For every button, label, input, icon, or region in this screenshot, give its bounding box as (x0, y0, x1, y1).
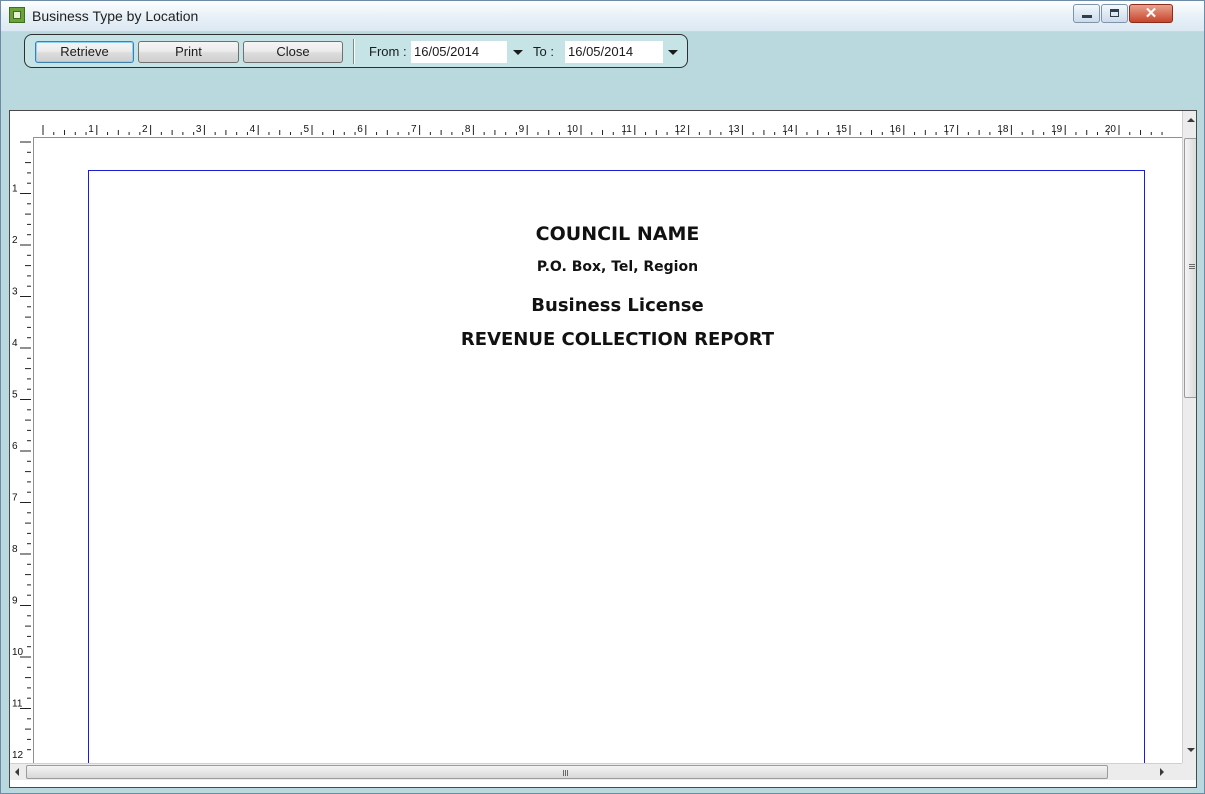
ruler-number: 17 (943, 124, 955, 135)
maximize-button[interactable] (1101, 4, 1128, 23)
ruler-number: 5 (12, 390, 18, 401)
report-viewer: 1 2 3 4 5 6 7 8 9 10 11 12 13 14 15 16 17 18 19 20 12345678… (9, 110, 1197, 788)
council-name-heading: COUNCIL NAME (535, 223, 700, 245)
grip-icon (563, 770, 564, 776)
close-icon: ✕ (1144, 5, 1158, 22)
horizontal-scroll-thumb[interactable] (26, 765, 1108, 779)
vertical-scroll-thumb[interactable] (1184, 138, 1196, 398)
ruler-number: 12 (12, 750, 24, 761)
report-title: REVENUE COLLECTION REPORT (460, 329, 775, 350)
retrieve-button[interactable]: Retrieve (35, 41, 134, 63)
horizontal-scrollbar[interactable] (10, 763, 1182, 780)
scroll-right-arrow-icon[interactable] (1160, 768, 1164, 776)
ruler-number: 14 (782, 124, 794, 135)
close-window-button[interactable]: ✕ (1129, 4, 1173, 23)
ruler-number: 1 (12, 184, 18, 195)
ruler-number: 2 (12, 235, 18, 246)
ruler-number: 5 (303, 124, 309, 135)
close-button[interactable]: Close (243, 41, 343, 63)
ruler-number: 7 (411, 124, 417, 135)
ruler-number: 10 (567, 124, 579, 135)
vertical-scrollbar[interactable] (1182, 111, 1196, 763)
scroll-up-arrow-icon[interactable] (1187, 118, 1195, 122)
to-date-field[interactable]: 16/05/2014 (565, 41, 663, 63)
ruler-number: 8 (12, 544, 18, 555)
ruler-number: 19 (1051, 124, 1063, 135)
ruler-number: 13 (728, 124, 740, 135)
report-window: Business Type by Location ✕ Retrieve Pri… (0, 0, 1205, 794)
to-label: To : (533, 44, 554, 59)
report-subtitle: Business License (531, 295, 704, 316)
ruler-number: 15 (836, 124, 848, 135)
ruler-number: 3 (12, 287, 18, 298)
title-bar[interactable]: Business Type by Location ✕ (1, 1, 1204, 32)
to-dropdown-arrow-icon[interactable] (668, 50, 678, 55)
report-page-area[interactable]: COUNCIL NAME P.O. Box, Tel, Region Busin… (34, 138, 1182, 763)
ruler-number: 11 (12, 699, 23, 710)
scroll-left-arrow-icon[interactable] (15, 768, 19, 776)
ruler-number: 4 (12, 338, 18, 349)
scroll-down-arrow-icon[interactable] (1187, 748, 1195, 752)
print-button[interactable]: Print (138, 41, 239, 63)
horizontal-ruler-ticks: 1 2 3 4 5 6 7 8 9 10 11 12 13 14 15 16 17 18 19 20 (42, 124, 1163, 135)
ruler-number: 7 (12, 493, 18, 504)
ruler-number: 4 (250, 124, 256, 135)
grip-icon (1189, 264, 1195, 265)
ruler-number: 12 (674, 124, 686, 135)
horizontal-ruler: 1 2 3 4 5 6 7 8 9 10 11 12 13 14 15 16 17 18 19 20 (33, 111, 1182, 138)
ruler-number: 9 (519, 124, 525, 135)
vertical-ruler-ticks: 123456789101112 (12, 141, 31, 761)
from-date-field[interactable]: 16/05/2014 (411, 41, 507, 63)
ruler-corner (10, 111, 33, 137)
page-margin-border: COUNCIL NAME P.O. Box, Tel, Region Busin… (88, 170, 1145, 763)
ruler-number: 6 (12, 441, 18, 452)
ruler-number: 2 (142, 124, 148, 135)
ruler-number: 20 (1105, 124, 1117, 135)
size-grip[interactable] (1182, 763, 1196, 780)
ruler-number: 10 (12, 647, 24, 658)
address-line: P.O. Box, Tel, Region (536, 259, 699, 275)
ruler-number: 16 (890, 124, 902, 135)
ruler-number: 6 (357, 124, 363, 135)
vertical-ruler: 1 2 3 4 5 6 7 8 9 10 11 12 (10, 137, 34, 763)
report-toolbar: Retrieve Print Close From : 16/05/2014 T… (24, 34, 688, 68)
window-title: Business Type by Location (32, 8, 199, 24)
ruler-number: 11 (621, 124, 632, 135)
ruler-number: 8 (465, 124, 471, 135)
minimize-button[interactable] (1073, 4, 1100, 23)
report-icon (9, 7, 25, 23)
from-label: From : (369, 44, 407, 59)
ruler-number: 18 (997, 124, 1009, 135)
ruler-number: 1 (88, 124, 94, 135)
ruler-number: 3 (196, 124, 202, 135)
from-dropdown-arrow-icon[interactable] (513, 50, 523, 55)
toolbar-separator (353, 39, 355, 64)
ruler-number: 9 (12, 596, 18, 607)
